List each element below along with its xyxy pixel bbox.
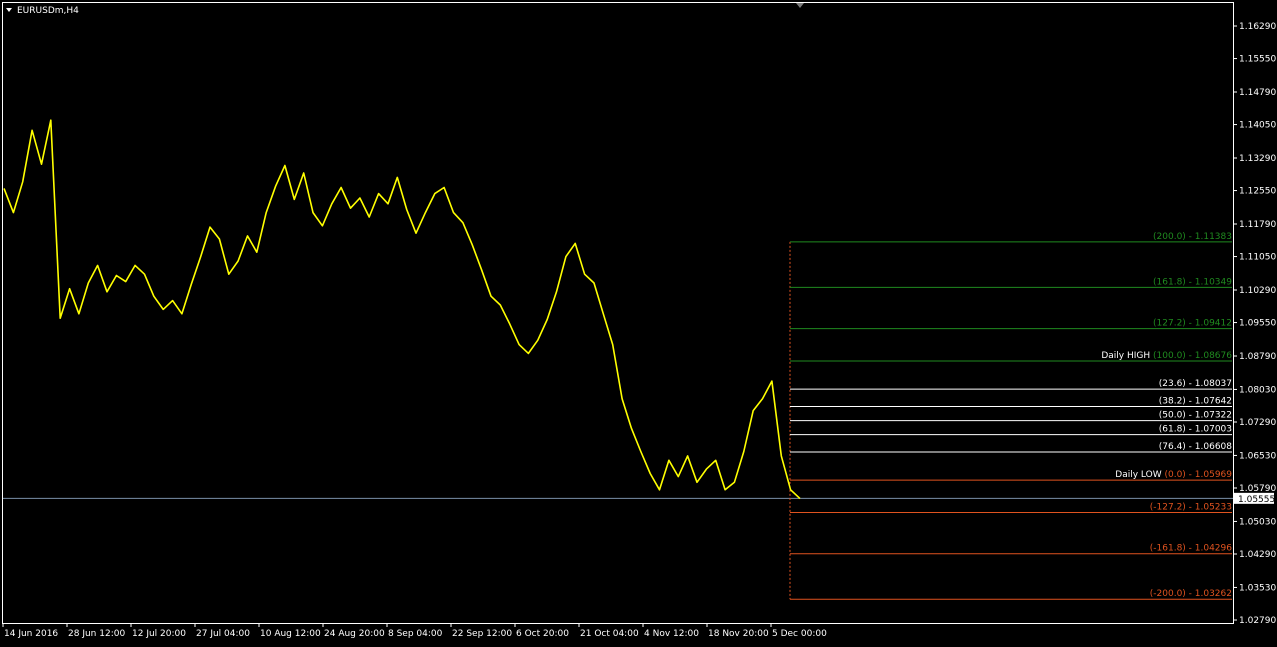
x-tick-label: 14 Jun 2016 <box>4 629 58 639</box>
fibo-level-label: (38.2) - 1.07642 <box>1159 397 1232 407</box>
y-tick-label: 1.02790 <box>1239 616 1276 626</box>
x-tick-label: 6 Oct 20:00 <box>516 629 569 639</box>
fibo-level-label: (76.4) - 1.06608 <box>1159 442 1233 452</box>
y-tick-label: 1.05790 <box>1239 484 1276 494</box>
y-tick-label: 1.14790 <box>1239 88 1276 98</box>
y-tick-label: 1.13290 <box>1239 154 1276 164</box>
fibo-level-label: Daily LOW (0.0) - 1.05969 <box>1115 470 1232 480</box>
x-tick-label: 10 Aug 12:00 <box>260 629 321 639</box>
x-tick-label: 24 Aug 20:00 <box>324 629 385 639</box>
current-price-label: 1.05555 <box>1238 495 1275 505</box>
y-tick-label: 1.03530 <box>1239 583 1276 593</box>
y-tick-label: 1.11790 <box>1239 220 1276 230</box>
fibo-level-label: (61.8) - 1.07003 <box>1159 425 1232 435</box>
x-tick-label: 5 Dec 00:00 <box>772 629 827 639</box>
plot-frame <box>2 2 1234 624</box>
y-tick-label: 1.15550 <box>1239 55 1276 65</box>
fibo-level-label: (50.0) - 1.07322 <box>1159 411 1232 421</box>
fibo-level-label: (161.8) - 1.10349 <box>1153 277 1232 287</box>
fibo-level-label: (127.2) - 1.09412 <box>1153 319 1232 329</box>
x-tick-label: 21 Oct 04:00 <box>580 629 639 639</box>
price-chart[interactable]: EURUSDm,H4 1.05555 (200.0) - 1.11383 (161… <box>0 0 1277 647</box>
y-tick-label: 1.07290 <box>1239 418 1276 428</box>
y-tick-label: 1.06530 <box>1239 451 1276 461</box>
y-tick-label: 1.11050 <box>1239 253 1276 263</box>
x-tick-label: 4 Nov 12:00 <box>644 629 699 639</box>
y-tick-label: 1.09550 <box>1239 319 1276 329</box>
y-tick-label: 1.10290 <box>1239 286 1276 296</box>
fibo-level-label: (200.0) - 1.11383 <box>1153 232 1232 242</box>
x-tick-label: 28 Jun 12:00 <box>68 629 125 639</box>
y-tick-label: 1.14050 <box>1239 121 1276 131</box>
x-tick-label: 27 Jul 04:00 <box>196 629 250 639</box>
y-tick-label: 1.16290 <box>1239 22 1276 32</box>
y-tick-label: 1.04290 <box>1239 550 1276 560</box>
fibo-level-label: (-127.2) - 1.05233 <box>1150 503 1232 513</box>
fibo-level-label: Daily HIGH (100.0) - 1.08676 <box>1101 351 1232 361</box>
symbol-label: EURUSDm,H4 <box>17 6 79 16</box>
x-tick-label: 18 Nov 20:00 <box>708 629 769 639</box>
x-tick-label: 12 Jul 20:00 <box>132 629 186 639</box>
y-tick-label: 1.05030 <box>1239 517 1276 527</box>
x-tick-label: 8 Sep 04:00 <box>388 629 443 639</box>
fibo-level-label: (23.6) - 1.08037 <box>1159 379 1232 389</box>
fibo-level-label: (-161.8) - 1.04296 <box>1150 544 1232 554</box>
chart-window[interactable]: EURUSDm,H4 1.05555 (200.0) - 1.11383 (161… <box>0 0 1277 647</box>
y-tick-label: 1.08790 <box>1239 352 1276 362</box>
y-tick-label: 1.12550 <box>1239 187 1276 197</box>
fibo-level-label: (-200.0) - 1.03262 <box>1150 589 1232 599</box>
y-tick-label: 1.08030 <box>1239 385 1276 395</box>
x-tick-label: 22 Sep 12:00 <box>452 629 512 639</box>
